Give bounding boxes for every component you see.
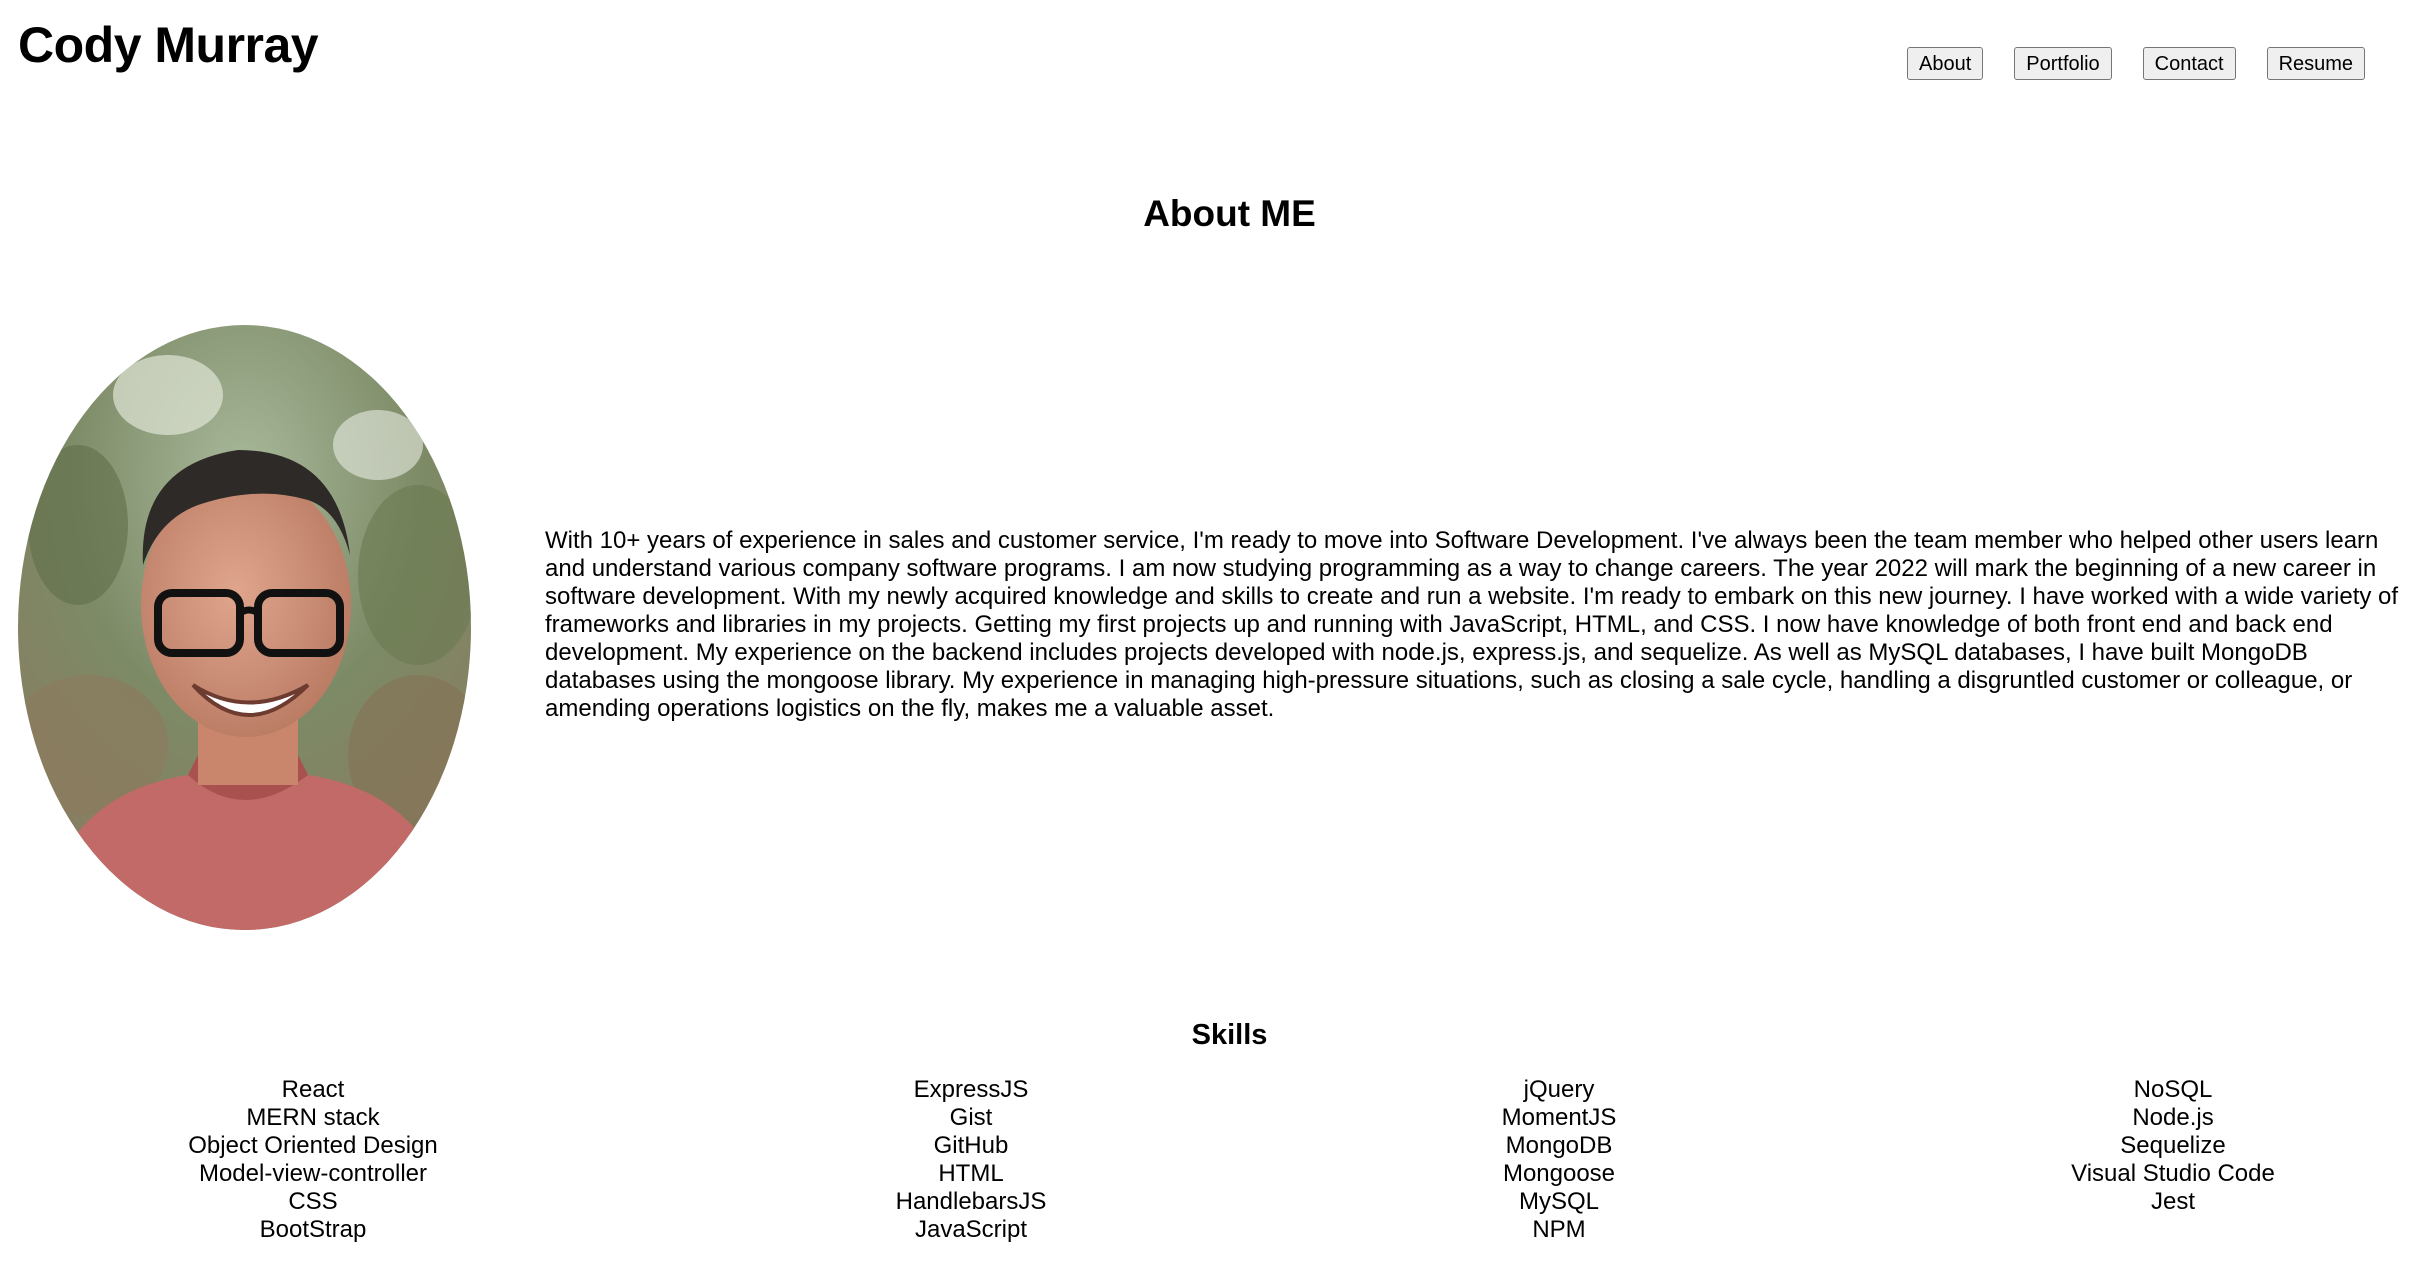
nav-about-button[interactable]: About (1907, 47, 1984, 80)
skill-item: GitHub (933, 1132, 1009, 1159)
nav-portfolio-button[interactable]: Portfolio (2014, 47, 2112, 80)
top-nav: About Portfolio Contact Resume (1907, 47, 2366, 80)
skill-item: HTML (938, 1160, 1004, 1187)
skill-item: Sequelize (2120, 1132, 2226, 1159)
about-heading: About ME (1143, 193, 1316, 234)
skills-column-3: jQuery MomentJS MongoDB Mongoose MySQL N… (1299, 1076, 1819, 1244)
skill-item: Node.js (2132, 1104, 2214, 1131)
skill-item: MySQL (1518, 1188, 1599, 1215)
skill-item: Model-view-controller (198, 1160, 428, 1187)
skill-item: jQuery (1523, 1076, 1595, 1103)
skills-column-4: NoSQL Node.js Sequelize Visual Studio Co… (1913, 1076, 2430, 1216)
skill-item: MomentJS (1501, 1104, 1617, 1131)
nav-contact-button[interactable]: Contact (2142, 47, 2236, 80)
skill-item: HandlebarsJS (895, 1188, 1047, 1215)
skill-item: Object Oriented Design (188, 1132, 438, 1159)
site-title: Cody Murray (18, 17, 319, 73)
skill-item: ExpressJS (913, 1076, 1029, 1103)
skill-item: Visual Studio Code (2071, 1160, 2275, 1187)
skill-item: Jest (2150, 1188, 2195, 1215)
about-bio: With 10+ years of experience in sales an… (545, 527, 2399, 722)
skill-item: BootStrap (259, 1216, 367, 1243)
skill-item: Gist (949, 1104, 993, 1131)
skill-item: JavaScript (914, 1216, 1028, 1243)
skill-item: NPM (1532, 1216, 1586, 1243)
skill-item: MERN stack (246, 1104, 380, 1131)
skills-column-2: ExpressJS Gist GitHub HTML HandlebarsJS … (711, 1076, 1231, 1244)
skill-item: NoSQL (2133, 1076, 2213, 1103)
skill-item: Mongoose (1502, 1160, 1616, 1187)
skills-grid: React MERN stack Object Oriented Design … (0, 1076, 2430, 1256)
skill-item: React (281, 1076, 345, 1103)
skill-item: MongoDB (1505, 1132, 1613, 1159)
nav-resume-button[interactable]: Resume (2266, 47, 2366, 80)
profile-photo (18, 325, 471, 930)
skills-heading: Skills (1191, 1019, 1268, 1051)
skills-column-1: React MERN stack Object Oriented Design … (53, 1076, 573, 1244)
skill-item: CSS (288, 1188, 338, 1215)
